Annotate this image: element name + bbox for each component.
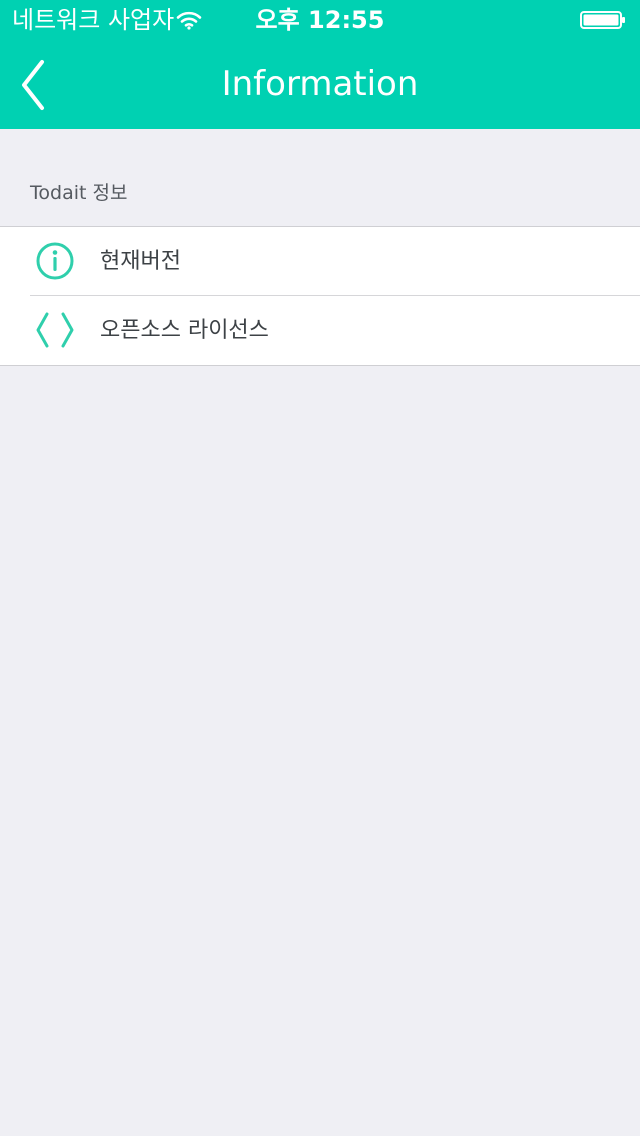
settings-list: 현재버전 오픈소스 라이선스	[0, 226, 640, 366]
navigation-bar: Information	[0, 40, 640, 129]
code-brackets-icon	[35, 310, 75, 350]
section-header: Todait 정보	[30, 182, 128, 204]
list-item-current-version[interactable]: 현재버전	[0, 227, 640, 296]
list-item-open-source-license[interactable]: 오픈소스 라이선스	[0, 296, 640, 365]
page-title: Information	[221, 64, 419, 104]
status-time: 오후 12:55	[255, 6, 385, 34]
app-header: 네트워크 사업자 오후 12:55 Information	[0, 0, 640, 129]
list-item-label: 현재버전	[100, 249, 181, 274]
status-bar: 네트워크 사업자 오후 12:55	[0, 0, 640, 40]
list-item-label: 오픈소스 라이선스	[100, 318, 269, 343]
battery-icon	[580, 11, 626, 29]
info-icon	[35, 241, 75, 281]
